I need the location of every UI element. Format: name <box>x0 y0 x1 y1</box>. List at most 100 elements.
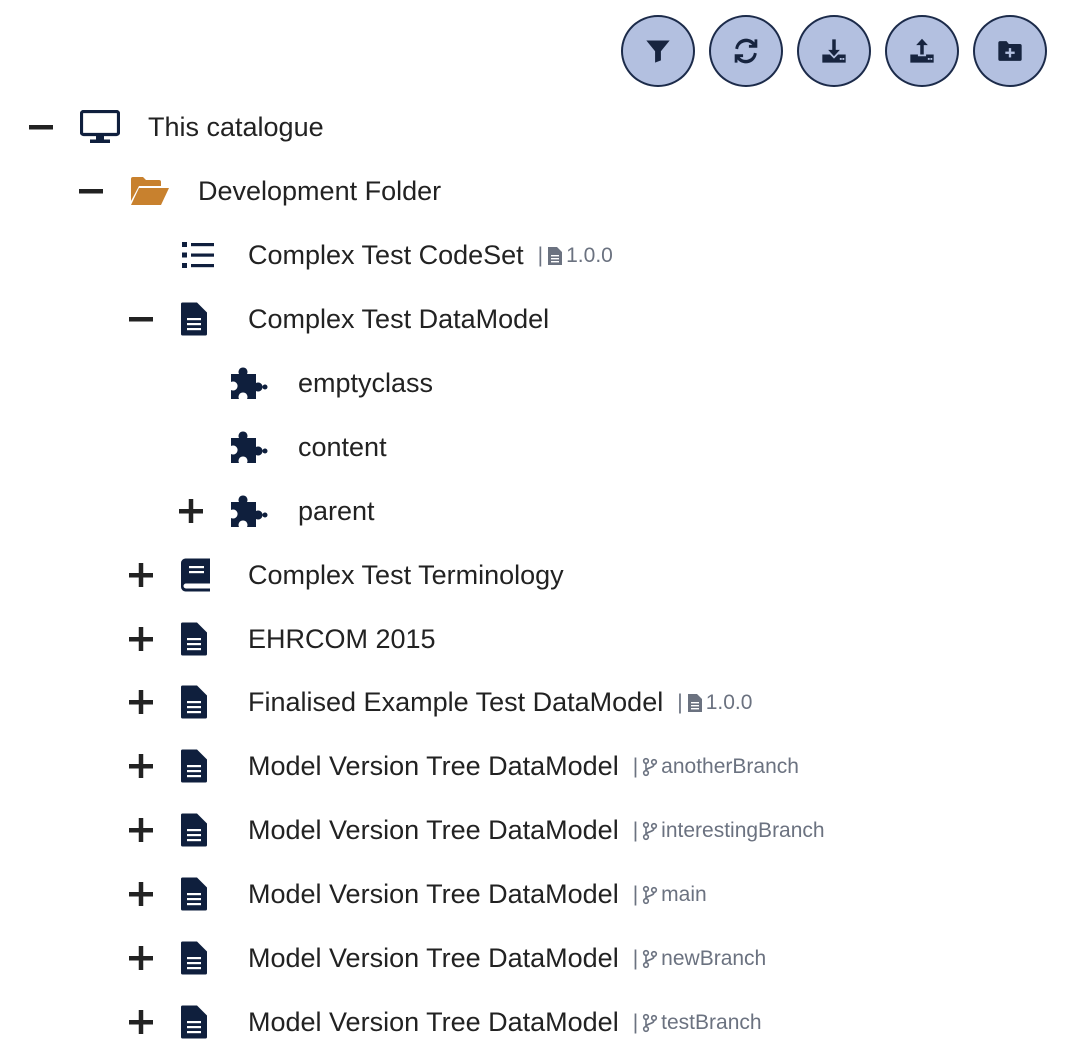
expand-toggle[interactable] <box>128 1009 154 1035</box>
tree-node-label: content <box>298 432 387 462</box>
tree-node-mvt-new-branch[interactable]: Model Version Tree DataModel | newBranch <box>0 938 1070 978</box>
tree-node-mvt-interesting-branch[interactable]: Model Version Tree DataModel | interesting… <box>0 810 1070 850</box>
expand-toggle[interactable] <box>128 945 154 971</box>
tree-node-label: Complex Test DataModel <box>248 304 550 334</box>
branch-icon <box>643 757 658 777</box>
tree-node-label: Model Version Tree DataModel | interesting… <box>248 815 825 846</box>
separator: | <box>632 755 639 778</box>
tree-node-ehrcom-2015[interactable]: EHRCOM 2015 <box>0 619 1070 659</box>
plus-icon <box>179 499 203 523</box>
plus-icon <box>129 627 153 651</box>
version-text: 1.0.0 <box>705 691 753 714</box>
collapse-toggle[interactable] <box>28 114 54 140</box>
add-folder-button[interactable] <box>973 15 1047 87</box>
refresh-button[interactable] <box>709 15 783 87</box>
tree-node-finalised-example[interactable]: Finalised Example Test DataModel | 1.0.0 <box>0 682 1070 722</box>
tree-node-emptyclass[interactable]: emptyclass <box>0 363 1070 403</box>
branch-icon <box>643 821 658 841</box>
document-icon <box>174 813 214 847</box>
tree-node-label: Model Version Tree DataModel | testBranch <box>248 1007 762 1038</box>
tree-node-label: This catalogue <box>148 112 324 142</box>
document-icon <box>174 877 214 911</box>
branch-text: main <box>661 883 707 906</box>
document-icon <box>174 685 214 719</box>
separator: | <box>632 819 639 842</box>
tree-node-text: Model Version Tree DataModel <box>248 1007 619 1037</box>
tree-node-text: Complex Test CodeSet <box>248 240 524 270</box>
tree-node-terminology[interactable]: Complex Test Terminology <box>0 555 1070 595</box>
expand-toggle[interactable] <box>178 498 204 524</box>
tree-node-label: Finalised Example Test DataModel | 1.0.0 <box>248 687 752 718</box>
tree-node-label: Complex Test CodeSet | 1.0.0 <box>248 240 613 271</box>
list-icon <box>178 238 218 272</box>
puzzle-icon <box>228 366 268 400</box>
collapse-toggle[interactable] <box>78 178 104 204</box>
tree-node-label: Development Folder <box>198 176 442 206</box>
version-badge: | 1.0.0 <box>677 688 752 718</box>
separator: | <box>632 1011 639 1034</box>
tree-node-development-folder[interactable]: Development Folder <box>0 171 1070 211</box>
version-text: 1.0.0 <box>566 244 613 267</box>
expand-toggle[interactable] <box>128 817 154 843</box>
plus-icon <box>129 1010 153 1034</box>
tree-node-text: Model Version Tree DataModel <box>248 751 619 781</box>
tree-node-mvt-test-branch[interactable]: Model Version Tree DataModel | testBranch <box>0 1002 1070 1042</box>
tree-node-label: Model Version Tree DataModel | anotherBran… <box>248 751 799 782</box>
download-button[interactable] <box>797 15 871 87</box>
tree-node-complex-test-datamodel[interactable]: Complex Test DataModel <box>0 299 1070 339</box>
branch-text: interestingBranch <box>661 819 825 842</box>
plus-icon <box>129 818 153 842</box>
desktop-icon <box>80 110 120 144</box>
tree-node-label: emptyclass <box>298 368 434 398</box>
branch-icon <box>643 949 658 969</box>
tree-node-mvt-another-branch[interactable]: Model Version Tree DataModel | anotherBran… <box>0 746 1070 786</box>
folder-plus-icon <box>998 41 1022 61</box>
filter-button[interactable] <box>621 15 695 87</box>
branch-text: anotherBranch <box>661 755 799 778</box>
tree-node-parent[interactable]: parent <box>0 491 1070 531</box>
expand-toggle[interactable] <box>128 689 154 715</box>
branch-icon <box>643 1013 658 1033</box>
plus-icon <box>129 690 153 714</box>
minus-icon <box>129 317 153 322</box>
tree-node-codeset[interactable]: Complex Test CodeSet | 1.0.0 <box>0 235 1070 275</box>
folder-open-icon <box>130 174 170 208</box>
branch-badge: | anotherBranch <box>633 752 799 782</box>
document-icon <box>174 749 214 783</box>
tree-node-text: Model Version Tree DataModel <box>248 879 619 909</box>
plus-icon <box>129 946 153 970</box>
separator: | <box>632 883 639 906</box>
branch-text: testBranch <box>661 1011 762 1034</box>
separator: | <box>632 947 639 970</box>
expand-toggle[interactable] <box>128 753 154 779</box>
collapse-toggle[interactable] <box>128 306 154 332</box>
expand-toggle[interactable] <box>128 881 154 907</box>
tree-node-label: parent <box>298 496 375 526</box>
tree-node-label: Model Version Tree DataModel | main <box>248 879 707 910</box>
document-icon <box>174 941 214 975</box>
branch-badge: | newBranch <box>633 944 767 974</box>
tree-node-text: Model Version Tree DataModel <box>248 943 619 973</box>
branch-badge: | main <box>633 880 707 910</box>
tree-node-label: Model Version Tree DataModel | newBranch <box>248 943 766 974</box>
tree-node-mvt-main[interactable]: Model Version Tree DataModel | main <box>0 874 1070 914</box>
plus-icon <box>129 754 153 778</box>
download-icon <box>822 39 846 63</box>
upload-button[interactable] <box>885 15 959 87</box>
expand-toggle[interactable] <box>128 562 154 588</box>
tree-node-content[interactable]: content <box>0 427 1070 467</box>
file-icon <box>687 694 702 712</box>
minus-icon <box>29 125 53 130</box>
branch-icon <box>643 885 658 905</box>
refresh-icon <box>734 38 758 64</box>
separator: | <box>677 691 683 714</box>
book-icon <box>176 558 216 592</box>
document-icon <box>174 1005 214 1039</box>
document-icon <box>174 622 214 656</box>
minus-icon <box>79 189 103 194</box>
tree-node-label: EHRCOM 2015 <box>248 624 436 654</box>
expand-toggle[interactable] <box>128 626 154 652</box>
document-icon <box>174 302 214 336</box>
plus-icon <box>129 563 153 587</box>
tree-node-this-catalogue[interactable]: This catalogue <box>0 107 1070 147</box>
